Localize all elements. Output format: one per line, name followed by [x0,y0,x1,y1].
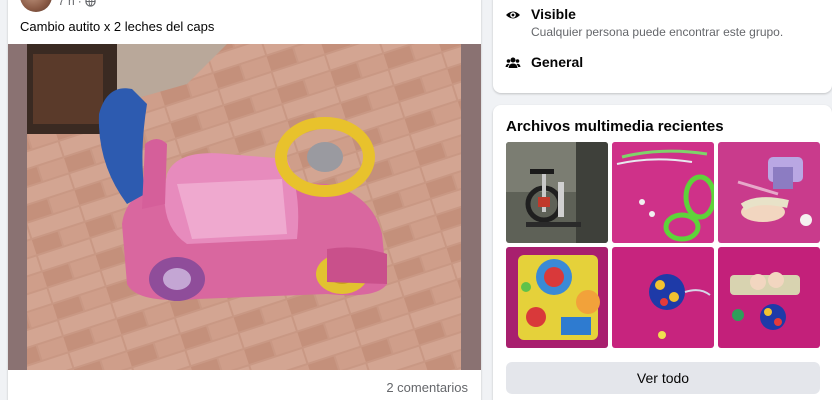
rattle-ball-photo[interactable] [612,247,714,348]
visibility-row: Visible Cualquier persona puede encontra… [505,6,783,39]
doll-toy-photo[interactable] [718,142,820,243]
media-grid [506,142,820,348]
toy-keys-photo[interactable] [718,247,820,348]
avatar[interactable] [20,0,52,12]
general-row: General [505,54,583,71]
post-card: 7 h · Cambio autito x 2 leches del caps [8,0,481,400]
group-about-card: Visible Cualquier persona puede encontra… [493,0,832,93]
post-photo-container[interactable] [8,44,481,370]
pink-ride-on-car-photo[interactable] [27,44,461,370]
comments-count[interactable]: 2 comentarios [386,380,468,395]
post-text: Cambio autito x 2 leches del caps [20,19,215,34]
exercise-bike-photo[interactable] [506,142,608,243]
general-title: General [531,54,584,70]
eye-icon [506,11,520,19]
see-all-button[interactable]: Ver todo [506,362,820,394]
group-icon [505,57,521,68]
baby-toy-photo[interactable] [506,247,608,348]
recent-media-title: Archivos multimedia recientes [506,118,724,135]
visibility-title: Visible [531,6,576,22]
meta-separator: · [77,0,82,8]
globe-icon[interactable] [85,0,96,7]
visibility-description: Cualquier persona puede encontrar este g… [531,25,784,39]
post-time[interactable]: 7 h [58,0,75,8]
post-meta: 7 h · [58,0,96,8]
post-header: 7 h · [20,0,96,14]
green-sunglasses-photo[interactable] [612,142,714,243]
recent-media-card: Archivos multimedia recientes Ver todo [493,105,832,400]
